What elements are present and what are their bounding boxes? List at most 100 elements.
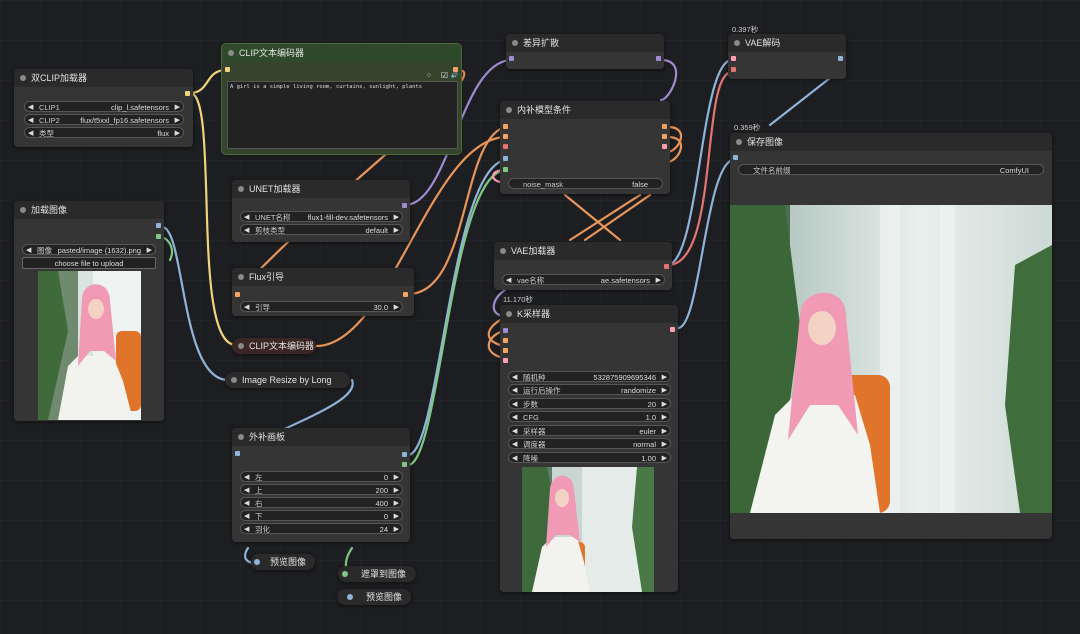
node-preview-image-2[interactable]: 预览图像 xyxy=(337,589,411,605)
arrow-right-icon[interactable]: ▶ xyxy=(662,453,667,464)
arrow-left-icon[interactable]: ◀ xyxy=(512,439,517,450)
unet-name-combo[interactable]: ◀ UNET名称 flux1-fill-dev.safetensors ▶ xyxy=(240,211,403,222)
node-clip-text-encode-1[interactable]: CLIP文本编码器 ○ ☑ 🔊 A girl is a simple livin… xyxy=(221,43,462,155)
arrow-left-icon[interactable]: ◀ xyxy=(28,102,33,113)
toggle-circle-icon[interactable]: ○ xyxy=(427,72,431,79)
collapse-dot-icon[interactable] xyxy=(238,343,244,349)
filename-prefix-field[interactable]: 文件名前缀 ComfyUI xyxy=(738,164,1044,175)
arrow-right-icon[interactable]: ▶ xyxy=(662,399,667,410)
arrow-right-icon[interactable]: ▶ xyxy=(662,426,667,437)
control-after-generate-combo[interactable]: ◀ 运行后操作 randomize ▶ xyxy=(508,384,671,395)
arrow-right-icon[interactable]: ▶ xyxy=(662,439,667,450)
arrow-right-icon[interactable]: ▶ xyxy=(175,102,180,113)
collapse-dot-icon[interactable] xyxy=(512,40,518,46)
collapse-dot-icon[interactable] xyxy=(20,75,26,81)
node-header[interactable]: CLIP文本编码器 xyxy=(222,44,461,62)
mask-output-slot[interactable] xyxy=(402,462,407,467)
top-number[interactable]: ◀ 上 200 ▶ xyxy=(240,484,403,495)
collapse-dot-icon[interactable] xyxy=(500,248,506,254)
vae-input-slot[interactable] xyxy=(503,144,508,149)
collapse-dot-icon[interactable] xyxy=(228,50,234,56)
node-header[interactable]: 内补模型条件 xyxy=(500,101,670,119)
latent-output-slot[interactable] xyxy=(670,327,675,332)
collapse-dot-icon[interactable] xyxy=(254,559,260,565)
node-ksampler[interactable]: K采样器 ◀ 随机种 532875909695346 ▶ ◀ 运行后操作 randomiz… xyxy=(500,305,678,592)
node-header[interactable]: 加载图像 xyxy=(14,201,164,219)
noise-mask-toggle[interactable]: noise_mask false xyxy=(508,178,663,189)
arrow-right-icon[interactable]: ▶ xyxy=(662,385,667,396)
arrow-right-icon[interactable]: ▶ xyxy=(394,498,399,509)
vae-name-combo[interactable]: ◀ vae名称 ae.safetensors ▶ xyxy=(502,274,665,285)
node-mask-to-image[interactable]: 遮罩到图像 xyxy=(338,566,416,582)
mask-output-slot[interactable] xyxy=(156,234,161,239)
right-number[interactable]: ◀ 右 400 ▶ xyxy=(240,497,403,508)
collapse-dot-icon[interactable] xyxy=(736,139,742,145)
arrow-left-icon[interactable]: ◀ xyxy=(512,385,517,396)
arrow-right-icon[interactable]: ▶ xyxy=(394,302,399,313)
node-header[interactable]: 预览图像 xyxy=(337,589,411,605)
node-load-image[interactable]: 加载图像 ◀ 图像 pasted/image (1632).png ▶ choose … xyxy=(14,201,164,421)
node-header[interactable]: 差异扩散 xyxy=(506,34,664,52)
negative-input-slot[interactable] xyxy=(503,134,508,139)
weight-dtype-combo[interactable]: ◀ 剪枝类型 default ▶ xyxy=(240,224,403,235)
model-input-slot[interactable] xyxy=(509,56,514,61)
image-combo[interactable]: ◀ 图像 pasted/image (1632).png ▶ xyxy=(22,244,156,255)
arrow-left-icon[interactable]: ◀ xyxy=(512,372,517,383)
denoise-number[interactable]: ◀ 降噪 1.00 ▶ xyxy=(508,452,671,463)
arrow-right-icon[interactable]: ▶ xyxy=(394,485,399,496)
arrow-right-icon[interactable]: ▶ xyxy=(394,225,399,236)
arrow-left-icon[interactable]: ◀ xyxy=(244,485,249,496)
node-inpaint-model-conditioning[interactable]: 内补模型条件 noise_mask false xyxy=(500,101,670,194)
collapse-dot-icon[interactable] xyxy=(506,107,512,113)
left-number[interactable]: ◀ 左 0 ▶ xyxy=(240,471,403,482)
model-output-slot[interactable] xyxy=(656,56,661,61)
negative-output-slot[interactable] xyxy=(662,134,667,139)
images-input-slot[interactable] xyxy=(733,155,738,160)
prompt-textarea[interactable]: A girl is a simple living room, curtains… xyxy=(227,81,458,149)
arrow-left-icon[interactable]: ◀ xyxy=(244,212,249,223)
node-differential-diffusion[interactable]: 差异扩散 xyxy=(506,34,664,69)
node-header[interactable]: VAE加载器 xyxy=(494,242,672,260)
arrow-right-icon[interactable]: ▶ xyxy=(175,128,180,139)
positive-output-slot[interactable] xyxy=(662,124,667,129)
arrow-right-icon[interactable]: ▶ xyxy=(662,412,667,423)
arrow-left-icon[interactable]: ◀ xyxy=(244,302,249,313)
node-header[interactable]: 预览图像 xyxy=(251,554,315,570)
latent-output-slot[interactable] xyxy=(662,144,667,149)
arrow-right-icon[interactable]: ▶ xyxy=(394,472,399,483)
arrow-left-icon[interactable]: ◀ xyxy=(26,245,31,256)
arrow-left-icon[interactable]: ◀ xyxy=(506,275,511,286)
conditioning-output-slot[interactable] xyxy=(403,292,408,297)
node-header[interactable]: 遮罩到图像 xyxy=(338,566,416,582)
bottom-number[interactable]: ◀ 下 0 ▶ xyxy=(240,510,403,521)
node-header[interactable]: Image Resize by Long xyxy=(225,372,350,388)
mask-input-slot[interactable] xyxy=(503,167,508,172)
type-combo[interactable]: ◀ 类型 flux ▶ xyxy=(24,127,184,138)
negative-input-slot[interactable] xyxy=(503,348,508,353)
latent-input-slot[interactable] xyxy=(503,358,508,363)
collapse-dot-icon[interactable] xyxy=(20,207,26,213)
positive-input-slot[interactable] xyxy=(503,124,508,129)
conditioning-input-slot[interactable] xyxy=(235,292,240,297)
arrow-left-icon[interactable]: ◀ xyxy=(512,426,517,437)
node-unet-loader[interactable]: UNET加载器 ◀ UNET名称 flux1-fill-dev.safetensor… xyxy=(232,180,410,242)
arrow-right-icon[interactable]: ▶ xyxy=(147,245,152,256)
node-save-image[interactable]: 保存图像 文件名前缀 ComfyUI xyxy=(730,133,1052,539)
arrow-left-icon[interactable]: ◀ xyxy=(244,524,249,535)
samples-input-slot[interactable] xyxy=(731,56,736,61)
clip2-combo[interactable]: ◀ CLIP2 flux/t5xxl_fp16.safetensors ▶ xyxy=(24,114,184,125)
cfg-number[interactable]: ◀ CFG 1.0 ▶ xyxy=(508,411,671,422)
node-header[interactable]: CLIP文本编码器 xyxy=(232,338,316,354)
node-flux-guidance[interactable]: Flux引导 ◀ 引导 30.0 ▶ xyxy=(232,268,414,316)
image-output-slot[interactable] xyxy=(156,223,161,228)
node-header[interactable]: Flux引导 xyxy=(232,268,414,286)
node-header[interactable]: 外补画板 xyxy=(232,428,410,446)
node-clip-text-encode-2[interactable]: CLIP文本编码器 xyxy=(232,338,316,354)
arrow-right-icon[interactable]: ▶ xyxy=(656,275,661,286)
node-dual-clip-loader[interactable]: 双CLIP加载器 ◀ CLIP1 clip_l.safetensors ▶ ◀ CLIP… xyxy=(14,69,193,147)
arrow-left-icon[interactable]: ◀ xyxy=(512,453,517,464)
collapse-dot-icon[interactable] xyxy=(238,186,244,192)
arrow-left-icon[interactable]: ◀ xyxy=(512,412,517,423)
steps-number[interactable]: ◀ 步数 20 ▶ xyxy=(508,398,671,409)
checkbox-icon[interactable]: ☑ xyxy=(441,71,448,80)
